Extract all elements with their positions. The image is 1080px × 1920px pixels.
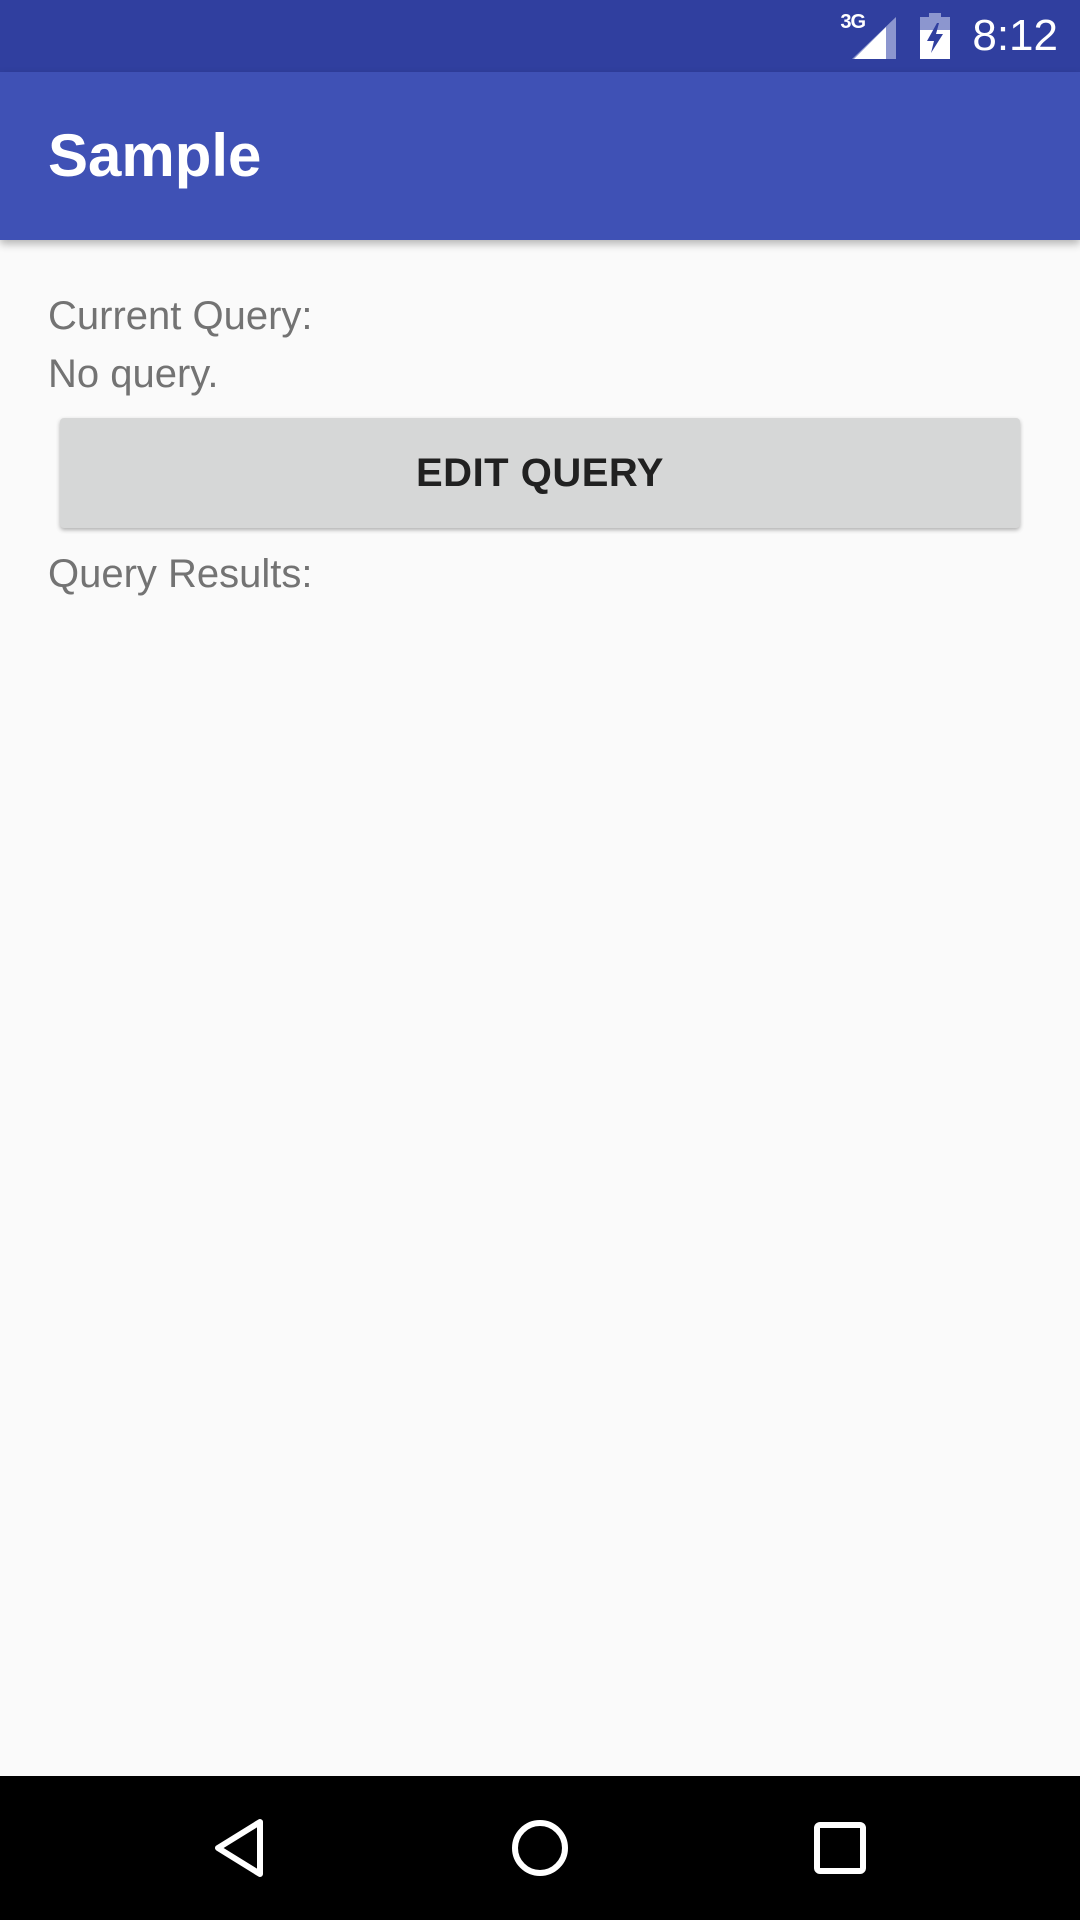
screen: 3G 8:12 Sample Current Query: No query. …	[0, 0, 1080, 1920]
app-bar: Sample	[0, 72, 1080, 240]
navigation-bar	[0, 1776, 1080, 1920]
battery-charging-icon	[920, 13, 951, 59]
current-query-label: Current Query:	[48, 294, 313, 338]
cell-signal: 3G	[840, 11, 897, 59]
home-icon[interactable]	[504, 1812, 576, 1884]
query-results-label: Query Results:	[48, 552, 313, 596]
status-icons: 3G 8:12	[840, 0, 1058, 72]
clock: 8:12	[972, 11, 1058, 60]
recents-icon[interactable]	[804, 1812, 876, 1884]
signal-icon	[852, 17, 897, 59]
edit-query-button[interactable]: EDIT QUERY	[60, 418, 1020, 528]
status-bar: 3G 8:12	[0, 0, 1080, 72]
main-content: Current Query: No query. EDIT QUERY Quer…	[0, 240, 1080, 1776]
back-icon[interactable]	[204, 1812, 276, 1884]
current-query-value: No query.	[48, 352, 219, 396]
app-title: Sample	[48, 122, 262, 189]
